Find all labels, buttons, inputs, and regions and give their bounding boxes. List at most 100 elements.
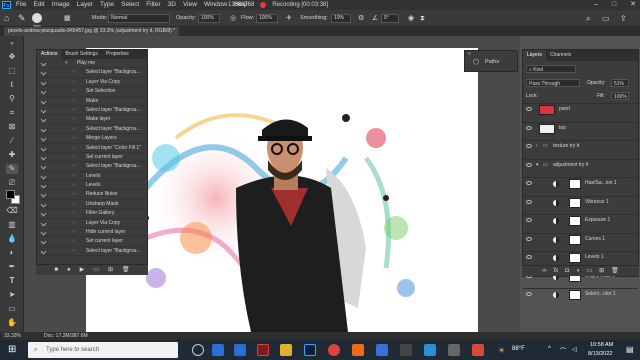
expand-chevron-icon[interactable]: › xyxy=(73,68,75,76)
network-icon[interactable]: ⌒ xyxy=(560,346,566,355)
action-row[interactable]: › Make layer xyxy=(37,115,147,125)
share-icon[interactable]: ⇪ xyxy=(620,10,627,27)
home-icon[interactable]: ⌂ xyxy=(4,10,9,27)
checkmark-icon[interactable] xyxy=(40,229,47,236)
action-row[interactable]: › Filter Gallery xyxy=(37,209,147,219)
delete-icon[interactable]: 🗑 xyxy=(122,265,130,275)
tab-properties[interactable]: Properties xyxy=(102,50,133,59)
expand-chevron-icon[interactable]: › xyxy=(73,247,75,255)
blend-mode-select[interactable]: Pass Through xyxy=(526,79,580,87)
action-row[interactable]: › Set current layer xyxy=(37,153,147,163)
illustrator-icon[interactable] xyxy=(257,344,269,356)
visibility-eye-icon[interactable] xyxy=(526,255,532,259)
layer-row[interactable]: › ▭ texture try it xyxy=(523,140,638,152)
expand-chevron-icon[interactable]: › xyxy=(73,97,75,105)
layer-row[interactable]: Hue/Sa...ion 1 xyxy=(523,177,638,189)
expand-chevron-icon[interactable]: › xyxy=(73,181,75,189)
layer-row[interactable]: Levels 1 xyxy=(523,251,638,263)
file-explorer-icon[interactable] xyxy=(280,344,292,356)
pressure-opacity-icon[interactable]: ◎ xyxy=(230,10,236,27)
document-info[interactable]: Doc: 17.2M/387.6M xyxy=(44,332,88,340)
action-row[interactable]: › Select layer "Backgrou... xyxy=(37,162,147,172)
checkmark-icon[interactable] xyxy=(40,60,47,67)
layer-mask-thumbnail[interactable] xyxy=(569,253,581,263)
checkmark-icon[interactable] xyxy=(40,135,47,142)
menu-item[interactable]: File xyxy=(16,0,26,10)
expand-chevron-icon[interactable]: › xyxy=(73,106,75,114)
expand-chevron-icon[interactable]: › xyxy=(73,190,75,198)
maximize-icon[interactable]: □ xyxy=(612,0,616,10)
opacity-field[interactable]: 100% xyxy=(198,14,220,23)
tab-channels[interactable]: Channels xyxy=(546,50,575,61)
expand-chevron-icon[interactable]: › xyxy=(73,125,75,133)
add-mask-icon[interactable]: ◘ xyxy=(565,266,569,276)
quick-select-tool-icon[interactable]: ⚲ xyxy=(6,94,18,104)
action-row[interactable]: › Levels xyxy=(37,172,147,182)
expand-chevron-icon[interactable]: › xyxy=(73,87,75,95)
visibility-eye-icon[interactable] xyxy=(526,107,532,111)
app-icon[interactable] xyxy=(400,344,412,356)
smoothing-settings-icon[interactable]: ⚙ xyxy=(358,10,364,27)
pressure-size-icon[interactable]: ◉ xyxy=(408,10,414,27)
stop-icon[interactable]: ■ xyxy=(54,265,58,275)
checkmark-icon[interactable] xyxy=(40,117,47,123)
layer-row[interactable]: Curves 1 xyxy=(523,232,638,245)
document-tab[interactable]: pexels-andrea-piacquadio-845457.jpg @ 33… xyxy=(4,27,180,36)
action-row[interactable]: › Layer Via Copy xyxy=(37,219,147,229)
collapse-icon[interactable]: » xyxy=(6,39,18,49)
visibility-eye-icon[interactable] xyxy=(526,162,532,167)
action-row[interactable]: › Layer Via Copy xyxy=(37,78,147,88)
frame-tool-icon[interactable]: ⊠ xyxy=(6,122,18,132)
workspace-icon[interactable]: ▭ xyxy=(602,10,610,27)
expand-chevron-icon[interactable]: › xyxy=(73,144,75,152)
menu-item[interactable]: Select xyxy=(121,0,139,10)
action-row[interactable]: › Select layer "Color Fill 1" xyxy=(37,144,147,153)
checkmark-icon[interactable] xyxy=(40,126,47,133)
action-row[interactable]: › Unsharp Mask xyxy=(37,200,147,210)
checkmark-icon[interactable] xyxy=(40,145,47,151)
expand-chevron-icon[interactable]: › xyxy=(73,219,75,227)
menu-item[interactable]: Layer xyxy=(77,0,93,10)
expand-chevron-icon[interactable]: › xyxy=(73,172,75,180)
smoothing-field[interactable]: 10% xyxy=(331,14,351,23)
marquee-tool-icon[interactable]: ⬚ xyxy=(6,66,18,76)
fill-field[interactable]: 100% xyxy=(611,92,629,100)
checkmark-icon[interactable] xyxy=(40,163,47,170)
expand-chevron-icon[interactable]: › xyxy=(73,162,75,170)
menu-item[interactable]: Edit xyxy=(33,0,44,10)
recorder-app-icon[interactable] xyxy=(352,344,364,356)
checkmark-icon[interactable] xyxy=(40,70,47,76)
expand-chevron-icon[interactable]: › xyxy=(73,200,75,208)
visibility-eye-icon[interactable] xyxy=(526,292,532,296)
type-tool-icon[interactable]: T xyxy=(6,276,18,286)
checkmark-icon[interactable] xyxy=(40,79,47,86)
healing-tool-icon[interactable]: ✚ xyxy=(6,150,18,160)
action-row[interactable]: ▾ Play me xyxy=(37,59,147,69)
flow-field[interactable]: 100% xyxy=(256,14,278,23)
eraser-tool-icon[interactable]: ⌫ xyxy=(6,206,18,216)
app-icon[interactable] xyxy=(448,344,460,356)
paths-icon[interactable]: ⬡ xyxy=(473,58,479,66)
layer-row[interactable]: Select...olor 1 xyxy=(523,288,638,300)
app-icon[interactable] xyxy=(376,344,388,356)
menu-item[interactable]: View xyxy=(183,0,197,10)
eyedropper-tool-icon[interactable]: ⁄ xyxy=(6,136,18,146)
visibility-eye-icon[interactable] xyxy=(526,125,532,130)
expand-chevron-icon[interactable]: ▾ xyxy=(536,160,539,171)
checkmark-icon[interactable] xyxy=(40,88,47,95)
action-row[interactable]: › Set Selection xyxy=(37,87,147,97)
path-select-tool-icon[interactable]: ➤ xyxy=(6,290,18,300)
menu-item[interactable]: 3D xyxy=(168,0,176,10)
expand-chevron-icon[interactable]: › xyxy=(73,78,75,86)
layer-mask-thumbnail[interactable] xyxy=(569,179,581,189)
pen-tool-icon[interactable]: ✒ xyxy=(6,262,18,272)
app-icon[interactable] xyxy=(472,344,484,356)
chrome-icon[interactable] xyxy=(328,344,340,356)
layer-row[interactable]: Vibrance 1 xyxy=(523,195,638,208)
task-view-icon[interactable] xyxy=(192,344,204,356)
visibility-eye-icon[interactable] xyxy=(526,218,532,222)
clone-stamp-tool-icon[interactable]: ⎚ xyxy=(6,178,18,188)
action-row[interactable]: › Levels xyxy=(37,181,147,191)
checkmark-icon[interactable] xyxy=(40,182,47,189)
delete-layer-icon[interactable]: 🗑 xyxy=(611,266,619,276)
